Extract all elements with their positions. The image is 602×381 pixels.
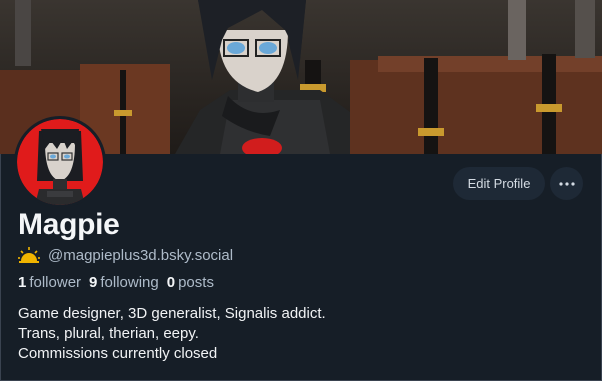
following-label: following xyxy=(100,274,159,291)
followers-label: follower xyxy=(29,274,82,291)
handle-text: @magpieplus3d.bsky.social xyxy=(48,246,234,264)
ellipsis-icon xyxy=(558,181,575,186)
profile-bio: Game designer, 3D generalist, Signalis a… xyxy=(18,304,326,364)
more-options-button[interactable] xyxy=(550,167,583,200)
avatar-image xyxy=(17,119,103,205)
bio-line: Commissions currently closed xyxy=(18,345,218,362)
following-link[interactable]: 9 following xyxy=(89,274,159,291)
handle-row: @magpieplus3d.bsky.social xyxy=(18,246,233,264)
edit-profile-button[interactable]: Edit Profile xyxy=(453,167,545,200)
bio-line: Trans, plural, therian, eepy. xyxy=(18,325,199,342)
profile-stats: 1 follower 9 following 0 posts xyxy=(18,274,222,291)
sun-emoji-icon xyxy=(18,247,40,263)
followers-count: 1 xyxy=(18,274,27,291)
posts-count-text: 0 posts xyxy=(167,274,214,291)
following-count: 9 xyxy=(89,274,98,291)
avatar[interactable] xyxy=(14,116,106,208)
posts-label: posts xyxy=(178,274,214,291)
display-name: Magpie xyxy=(18,208,120,241)
posts-count: 0 xyxy=(166,274,176,291)
bio-line: Game designer, 3D generalist, Signalis a… xyxy=(18,305,326,322)
followers-link[interactable]: 1 follower xyxy=(18,274,81,291)
